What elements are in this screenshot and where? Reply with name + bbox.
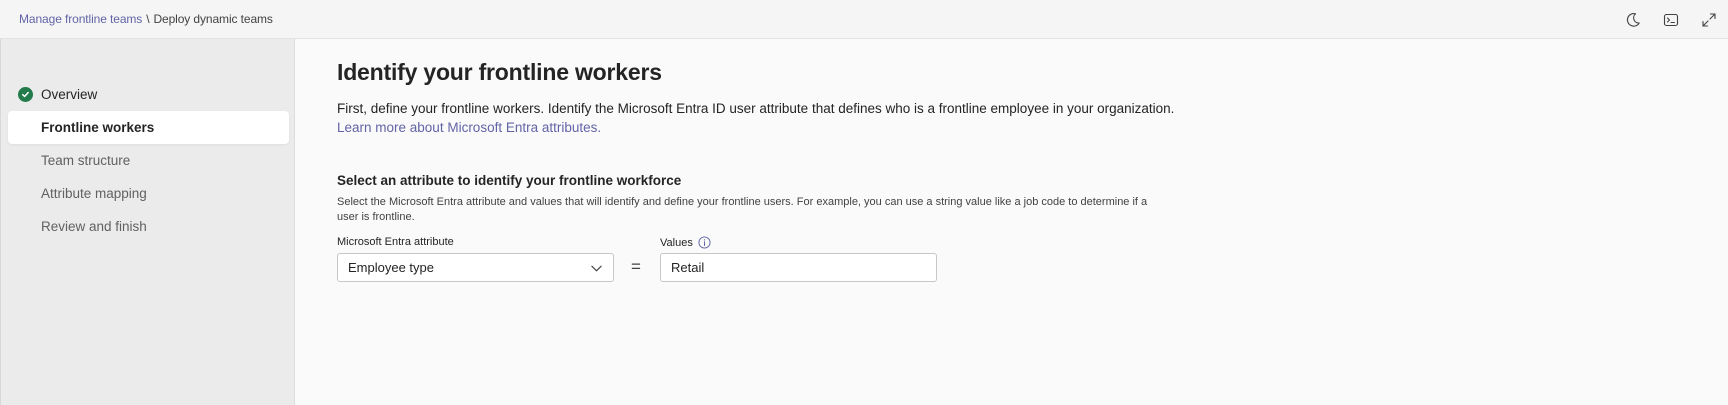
page-description: First, define your frontline workers. Id… (337, 101, 1175, 116)
learn-more-link[interactable]: Learn more about Microsoft Entra attribu… (337, 118, 601, 137)
step-label: Team structure (41, 153, 131, 168)
step-label: Attribute mapping (41, 186, 147, 201)
step-team-structure[interactable]: Team structure (8, 144, 289, 177)
attribute-dropdown[interactable]: Employee type (337, 253, 614, 282)
step-attribute-mapping[interactable]: Attribute mapping (8, 177, 289, 210)
chevron-down-icon (591, 265, 602, 272)
info-icon[interactable] (698, 236, 711, 249)
step-overview[interactable]: Overview (8, 78, 289, 111)
main-content: Identify your frontline workers First, d… (337, 39, 1728, 405)
sidebar: Overview Frontline workers Team structur… (1, 39, 295, 405)
expand-icon (1702, 12, 1716, 27)
step-label: Frontline workers (41, 120, 155, 135)
attribute-label: Microsoft Entra attribute (337, 236, 454, 248)
expand-button[interactable] (1690, 0, 1728, 39)
checkmark-circle-icon (18, 87, 33, 102)
step-frontline-workers[interactable]: Frontline workers (8, 111, 289, 144)
console-button[interactable] (1652, 0, 1690, 39)
section-description: Select the Microsoft Entra attribute and… (337, 196, 1148, 223)
values-label-text: Values (660, 236, 693, 249)
top-actions (1614, 0, 1728, 39)
top-bar: Manage frontline teams \ Deploy dynamic … (0, 0, 1728, 39)
breadcrumb-link-manage-frontline-teams[interactable]: Manage frontline teams (19, 12, 142, 26)
attribute-label-text: Microsoft Entra attribute (337, 236, 454, 248)
wizard-steps: Overview Frontline workers Team structur… (8, 78, 289, 243)
theme-toggle-button[interactable] (1614, 0, 1652, 39)
equals-sign: = (631, 257, 641, 276)
breadcrumb-current: Deploy dynamic teams (153, 12, 273, 26)
values-input[interactable] (660, 253, 937, 282)
page-title: Identify your frontline workers (337, 59, 662, 85)
step-label: Overview (41, 87, 98, 102)
breadcrumb: Manage frontline teams \ Deploy dynamic … (19, 12, 273, 26)
attribute-dropdown-value: Employee type (348, 260, 434, 275)
moon-icon (1626, 12, 1640, 27)
section-title: Select an attribute to identify your fro… (337, 173, 682, 188)
terminal-icon (1663, 13, 1679, 26)
breadcrumb-separator: \ (146, 12, 150, 26)
step-review-and-finish[interactable]: Review and finish (8, 210, 289, 243)
values-label: Values (660, 236, 711, 249)
step-label: Review and finish (41, 219, 147, 234)
